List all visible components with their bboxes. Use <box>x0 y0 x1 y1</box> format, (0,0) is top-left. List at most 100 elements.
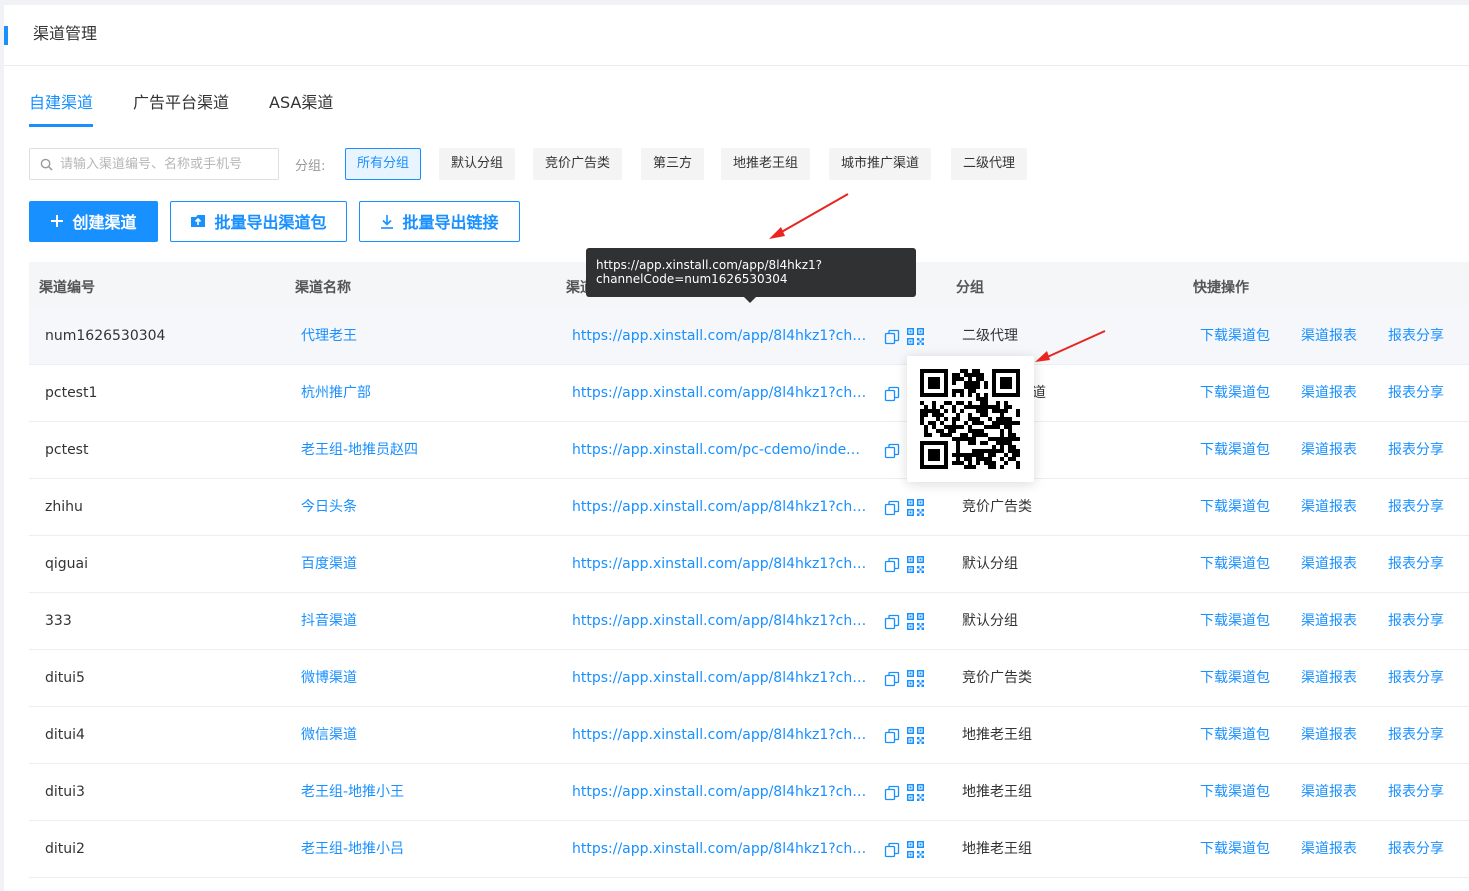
channel-report-link[interactable]: 渠道报表 <box>1301 841 1357 858</box>
download-package-link[interactable]: 下载渠道包 <box>1200 841 1270 858</box>
qr-code-icon[interactable] <box>907 841 924 858</box>
create-channel-button[interactable]: 创建渠道 <box>29 201 158 242</box>
download-package-link[interactable]: 下载渠道包 <box>1200 328 1270 345</box>
share-report-link[interactable]: 报表分享 <box>1388 670 1444 687</box>
group-filter-label: 分组: <box>295 159 326 174</box>
download-package-link[interactable]: 下载渠道包 <box>1200 442 1270 459</box>
download-package-link[interactable]: 下载渠道包 <box>1200 727 1270 744</box>
export-packages-button[interactable]: 批量导出渠道包 <box>170 201 347 242</box>
group-chip-second-agent[interactable]: 二级代理 <box>951 148 1028 180</box>
copy-icon[interactable] <box>884 443 900 459</box>
channel-code: num1626530304 <box>45 328 166 344</box>
copy-icon[interactable] <box>884 842 900 858</box>
channel-name-link[interactable]: 今日头条 <box>301 499 357 516</box>
copy-icon[interactable] <box>884 728 900 744</box>
plus-icon <box>51 215 64 227</box>
channel-name-link[interactable]: 代理老王 <box>301 328 357 345</box>
channel-code: ditui2 <box>45 841 85 857</box>
group-chip-city-promo[interactable]: 城市推广渠道 <box>829 148 932 180</box>
channel-group: 默认分组 <box>962 613 1018 629</box>
share-report-link[interactable]: 报表分享 <box>1388 841 1444 858</box>
download-package-link[interactable]: 下载渠道包 <box>1200 784 1270 801</box>
channel-url-link[interactable]: https://app.xinstall.com/app/8l4hkz1?cha… <box>572 670 868 687</box>
channel-group: 竞价广告类 <box>962 670 1032 686</box>
table-row: ditui3 老王组-地推小王 https://app.xinstall.com/a… <box>29 764 1469 821</box>
search-box[interactable] <box>29 148 279 180</box>
group-chip-default[interactable]: 默认分组 <box>439 148 516 180</box>
channel-url-link[interactable]: https://app.xinstall.com/app/8l4hkz1?cha… <box>572 328 868 345</box>
copy-icon[interactable] <box>884 785 900 801</box>
qr-code-icon[interactable] <box>907 556 924 573</box>
copy-icon[interactable] <box>884 329 900 345</box>
qr-code-image <box>920 369 1020 469</box>
share-report-link[interactable]: 报表分享 <box>1388 442 1444 459</box>
share-report-link[interactable]: 报表分享 <box>1388 784 1444 801</box>
channel-report-link[interactable]: 渠道报表 <box>1301 613 1357 630</box>
active-tab-indicator <box>29 124 93 127</box>
search-input[interactable] <box>60 149 274 179</box>
copy-icon[interactable] <box>884 500 900 516</box>
channel-report-link[interactable]: 渠道报表 <box>1301 784 1357 801</box>
copy-icon[interactable] <box>884 671 900 687</box>
download-package-link[interactable]: 下载渠道包 <box>1200 499 1270 516</box>
share-report-link[interactable]: 报表分享 <box>1388 727 1444 744</box>
qr-code-icon[interactable] <box>907 499 924 516</box>
tooltip-arrow <box>744 297 756 303</box>
channel-report-link[interactable]: 渠道报表 <box>1301 328 1357 345</box>
channel-url-link[interactable]: https://app.xinstall.com/app/8l4hkz1?cha… <box>572 556 868 573</box>
qr-code-icon[interactable] <box>907 670 924 687</box>
channel-name-link[interactable]: 微博渠道 <box>301 670 357 687</box>
tab-asa[interactable]: ASA渠道 <box>269 91 333 115</box>
channel-name-link[interactable]: 杭州推广部 <box>301 385 371 402</box>
download-package-link[interactable]: 下载渠道包 <box>1200 385 1270 402</box>
tooltip-line-1: https://app.xinstall.com/app/8l4hkz1? <box>596 258 823 272</box>
copy-icon[interactable] <box>884 386 900 402</box>
group-chip-third-party[interactable]: 第三方 <box>641 148 705 180</box>
qr-code-icon[interactable] <box>907 328 924 345</box>
group-chip-bidding-ads[interactable]: 竞价广告类 <box>533 148 623 180</box>
copy-icon[interactable] <box>884 557 900 573</box>
channel-report-link[interactable]: 渠道报表 <box>1301 499 1357 516</box>
group-chip-all[interactable]: 所有分组 <box>345 148 422 180</box>
qr-code-icon[interactable] <box>907 613 924 630</box>
qr-code-icon[interactable] <box>907 727 924 744</box>
channel-group: 地推老王组 <box>962 727 1032 743</box>
download-package-link[interactable]: 下载渠道包 <box>1200 670 1270 687</box>
channel-code: pctest <box>45 442 89 458</box>
group-chip-ground-wang[interactable]: 地推老王组 <box>721 148 811 180</box>
channel-name-link[interactable]: 百度渠道 <box>301 556 357 573</box>
channel-group: 地推老王组 <box>962 841 1032 857</box>
download-package-link[interactable]: 下载渠道包 <box>1200 556 1270 573</box>
share-report-link[interactable]: 报表分享 <box>1388 385 1444 402</box>
qr-code-icon[interactable] <box>907 784 924 801</box>
channel-url-link[interactable]: https://app.xinstall.com/app/8l4hkz1?cha… <box>572 727 868 744</box>
tab-self-built[interactable]: 自建渠道 <box>29 91 93 115</box>
share-report-link[interactable]: 报表分享 <box>1388 328 1444 345</box>
export-links-button[interactable]: 批量导出链接 <box>359 201 520 242</box>
channel-name-link[interactable]: 老王组-地推小王 <box>301 784 404 801</box>
channel-url-link[interactable]: https://app.xinstall.com/app/8l4hkz1?cha… <box>572 784 868 801</box>
share-report-link[interactable]: 报表分享 <box>1388 499 1444 516</box>
channel-name-link[interactable]: 老王组-地推员赵四 <box>301 442 418 459</box>
channel-url-link[interactable]: https://app.xinstall.com/pc-cdemo/index.… <box>572 442 868 459</box>
channel-report-link[interactable]: 渠道报表 <box>1301 556 1357 573</box>
channel-url-link[interactable]: https://app.xinstall.com/app/8l4hkz1?cha… <box>572 613 868 630</box>
page-header: 渠道管理 <box>4 5 1469 66</box>
copy-icon[interactable] <box>884 614 900 630</box>
channel-report-link[interactable]: 渠道报表 <box>1301 727 1357 744</box>
channel-report-link[interactable]: 渠道报表 <box>1301 442 1357 459</box>
export-links-label: 批量导出链接 <box>402 213 499 232</box>
channel-url-link[interactable]: https://app.xinstall.com/app/8l4hkz1?cha… <box>572 841 868 858</box>
channel-report-link[interactable]: 渠道报表 <box>1301 385 1357 402</box>
tab-ad-platform[interactable]: 广告平台渠道 <box>133 91 229 115</box>
channel-name-link[interactable]: 抖音渠道 <box>301 613 357 630</box>
share-report-link[interactable]: 报表分享 <box>1388 556 1444 573</box>
channel-report-link[interactable]: 渠道报表 <box>1301 670 1357 687</box>
channel-name-link[interactable]: 微信渠道 <box>301 727 357 744</box>
channel-name-link[interactable]: 老王组-地推小吕 <box>301 841 404 858</box>
download-package-link[interactable]: 下载渠道包 <box>1200 613 1270 630</box>
search-icon <box>40 158 53 171</box>
share-report-link[interactable]: 报表分享 <box>1388 613 1444 630</box>
channel-url-link[interactable]: https://app.xinstall.com/app/8l4hkz1?cha… <box>572 385 868 402</box>
channel-url-link[interactable]: https://app.xinstall.com/app/8l4hkz1?cha… <box>572 499 868 516</box>
